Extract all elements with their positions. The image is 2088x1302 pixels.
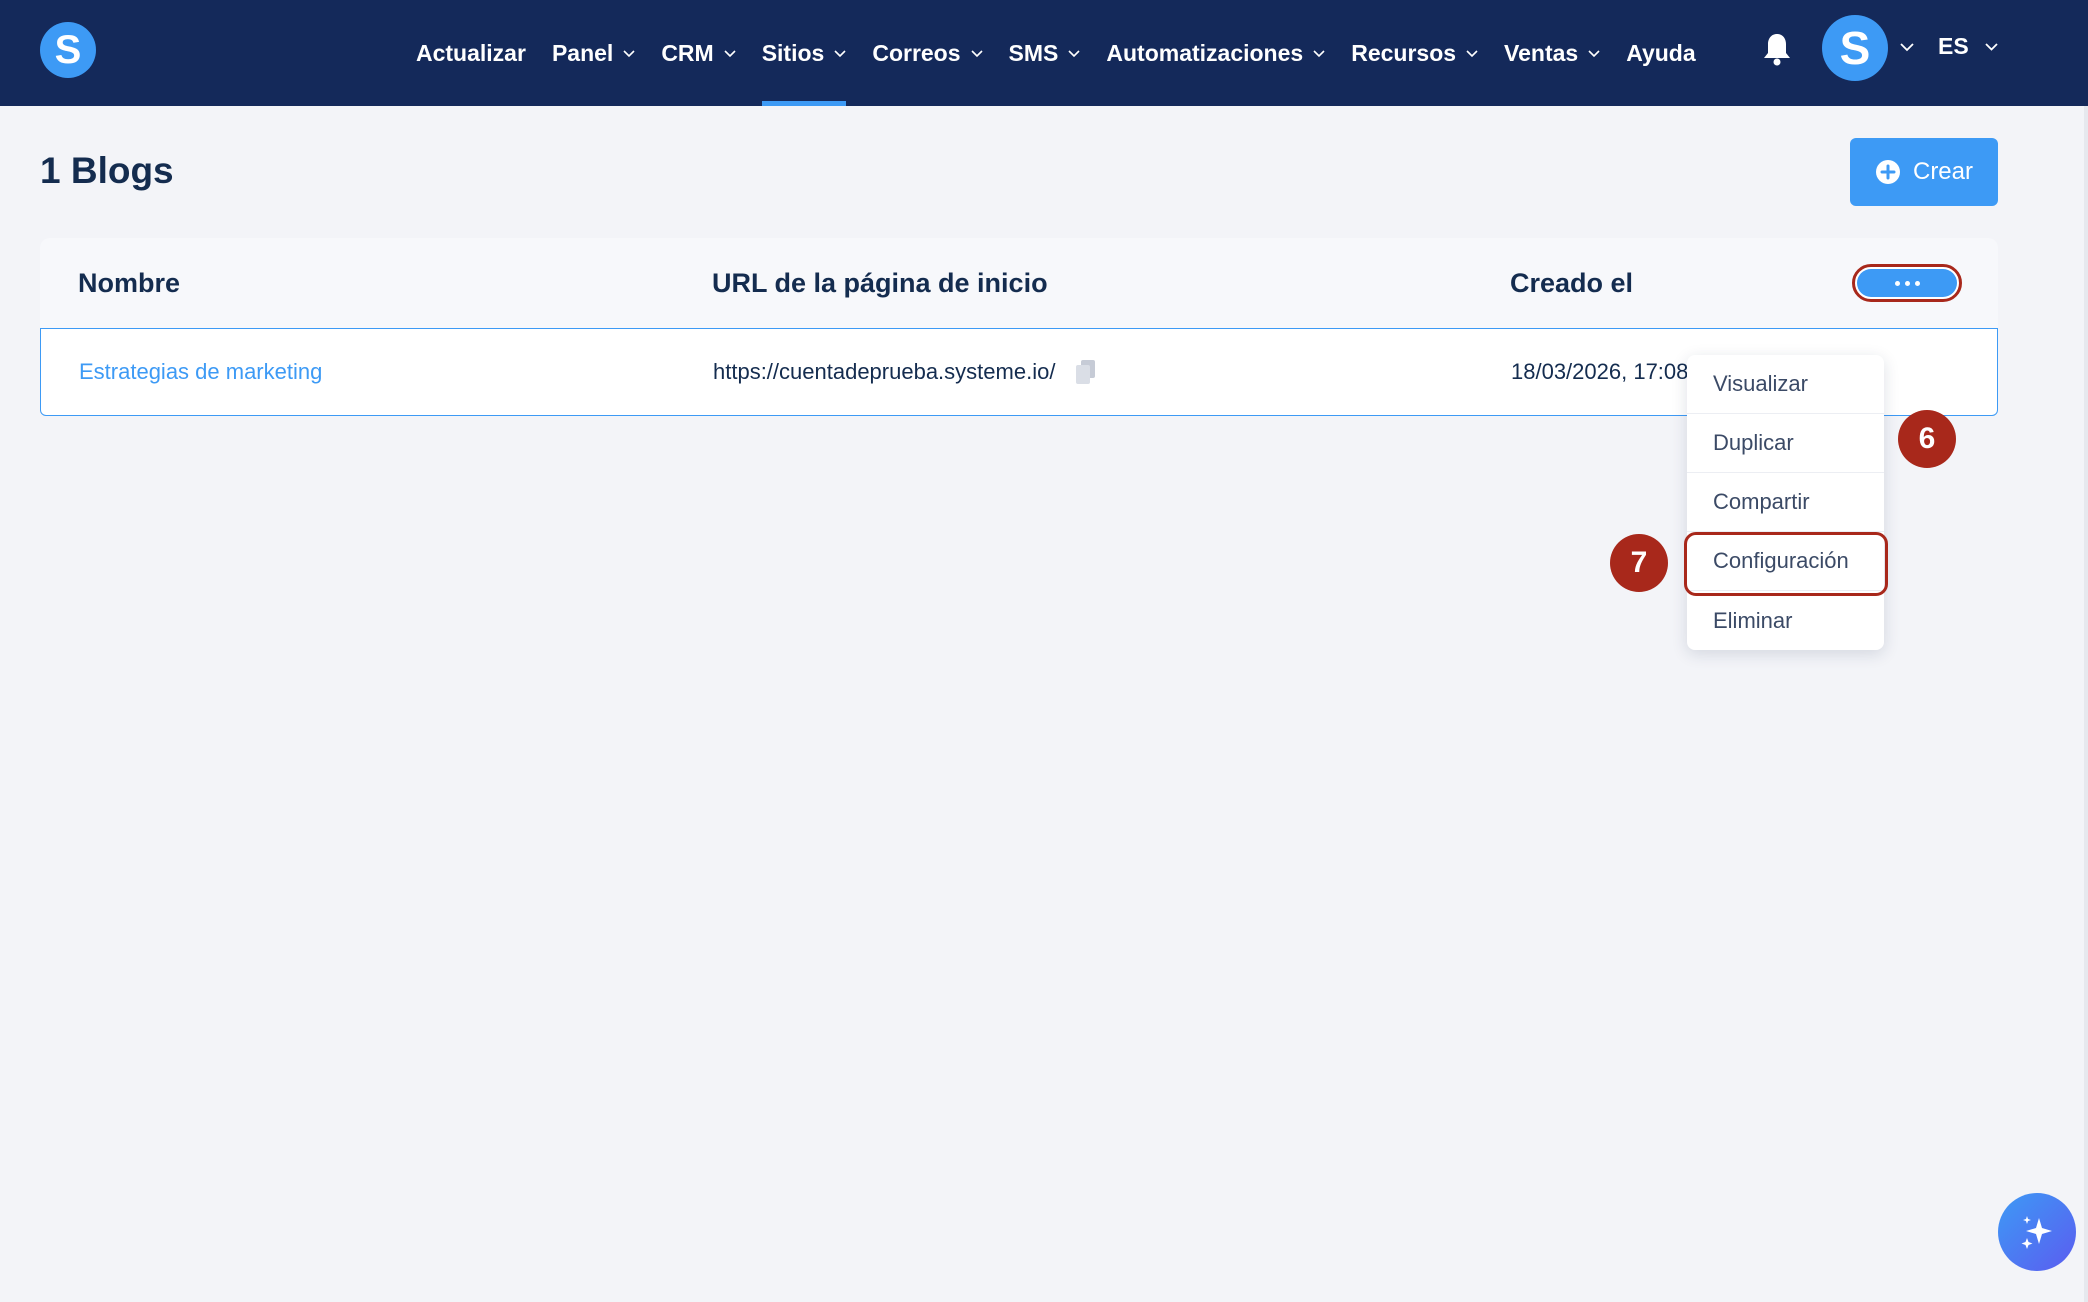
chevron-down-icon <box>1588 50 1600 58</box>
column-header-name: Nombre <box>78 267 181 298</box>
blog-url-cell: https://cuentadeprueba.systeme.io/ <box>713 329 1097 414</box>
language-label: ES <box>1938 32 1969 59</box>
table-header: Nombre URL de la página de inicio Creado… <box>40 238 1998 328</box>
nav-item-label: Panel <box>551 39 614 66</box>
nav-item-label: Correos <box>872 39 961 66</box>
nav-item-sitios[interactable]: Sitios <box>761 0 847 106</box>
step-badge-7: 7 <box>1610 534 1668 592</box>
nav-item-label: Recursos <box>1351 39 1457 66</box>
chevron-down-icon <box>1313 50 1325 58</box>
top-navbar: S Actualizar Panel CRM Sitios Correos SM… <box>0 0 2088 106</box>
main-nav: Actualizar Panel CRM Sitios Correos SMS … <box>416 0 1722 106</box>
menu-item-eliminar[interactable]: Eliminar <box>1687 591 1884 650</box>
ellipsis-icon <box>1914 280 1920 286</box>
nav-item-label: Actualizar <box>416 39 526 66</box>
chevron-down-icon <box>1068 50 1080 58</box>
blog-url: https://cuentadeprueba.systeme.io/ <box>713 358 1056 384</box>
nav-item-label: Sitios <box>761 39 825 66</box>
menu-item-compartir[interactable]: Compartir <box>1687 473 1884 532</box>
chevron-down-icon <box>724 50 736 58</box>
column-header-created: Creado el <box>1510 267 1634 298</box>
nav-item-sms[interactable]: SMS <box>1009 0 1081 106</box>
menu-item-duplicar[interactable]: Duplicar <box>1687 414 1884 473</box>
chevron-down-icon <box>970 50 983 58</box>
ai-assistant-button[interactable] <box>1998 1193 2076 1271</box>
sparkle-icon <box>2021 1216 2052 1249</box>
nav-item-label: Automatizaciones <box>1106 39 1304 66</box>
chevron-down-icon <box>834 50 846 58</box>
nav-item-label: CRM <box>661 39 714 66</box>
nav-item-label: SMS <box>1008 39 1059 66</box>
nav-item-panel[interactable]: Panel <box>552 0 635 106</box>
menu-item-visualizar[interactable]: Visualizar <box>1687 355 1884 414</box>
nav-item-correos[interactable]: Correos <box>872 0 983 106</box>
chevron-down-icon <box>1466 50 1478 58</box>
nav-item-ayuda[interactable]: Ayuda <box>1626 0 1695 106</box>
plus-circle-icon <box>1875 160 1900 184</box>
bell-icon[interactable] <box>1762 32 1792 66</box>
page-scrollbar[interactable] <box>2084 106 2088 1302</box>
nav-item-label: Ayuda <box>1626 39 1696 66</box>
create-blog-button[interactable]: Crear <box>1850 138 1998 206</box>
menu-item-configuracion[interactable]: Configuración <box>1687 532 1884 591</box>
row-actions-menu: Visualizar Duplicar Compartir Configurac… <box>1687 355 1884 650</box>
more-actions-button[interactable] <box>1852 264 1962 302</box>
nav-item-recursos[interactable]: Recursos <box>1351 0 1478 106</box>
chevron-down-icon <box>623 50 635 58</box>
nav-item-ventas[interactable]: Ventas <box>1504 0 1600 106</box>
language-selector[interactable]: ES <box>1938 0 1998 92</box>
nav-item-automatizaciones[interactable]: Automatizaciones <box>1106 0 1325 106</box>
blog-name-link[interactable]: Estrategias de marketing <box>79 329 322 414</box>
copy-icon[interactable] <box>1075 359 1097 385</box>
more-actions-inner <box>1857 269 1957 297</box>
nav-item-label: Ventas <box>1504 39 1579 66</box>
nav-item-actualizar[interactable]: Actualizar <box>416 0 526 106</box>
user-avatar[interactable]: S <box>1822 15 1888 81</box>
column-header-url: URL de la página de inicio <box>712 267 1048 298</box>
page-title: 1 Blogs <box>40 150 174 191</box>
systeme-logo[interactable]: S <box>40 22 96 78</box>
nav-item-crm[interactable]: CRM <box>661 0 736 106</box>
ellipsis-icon <box>1894 280 1900 286</box>
chevron-down-icon <box>1985 42 1998 51</box>
ellipsis-icon <box>1904 280 1910 286</box>
step-badge-6: 6 <box>1898 410 1956 468</box>
blog-created-date: 18/03/2026, 17:08 <box>1511 358 1689 384</box>
chevron-down-icon[interactable] <box>1900 40 1914 54</box>
create-button-label: Crear <box>1912 158 1973 185</box>
